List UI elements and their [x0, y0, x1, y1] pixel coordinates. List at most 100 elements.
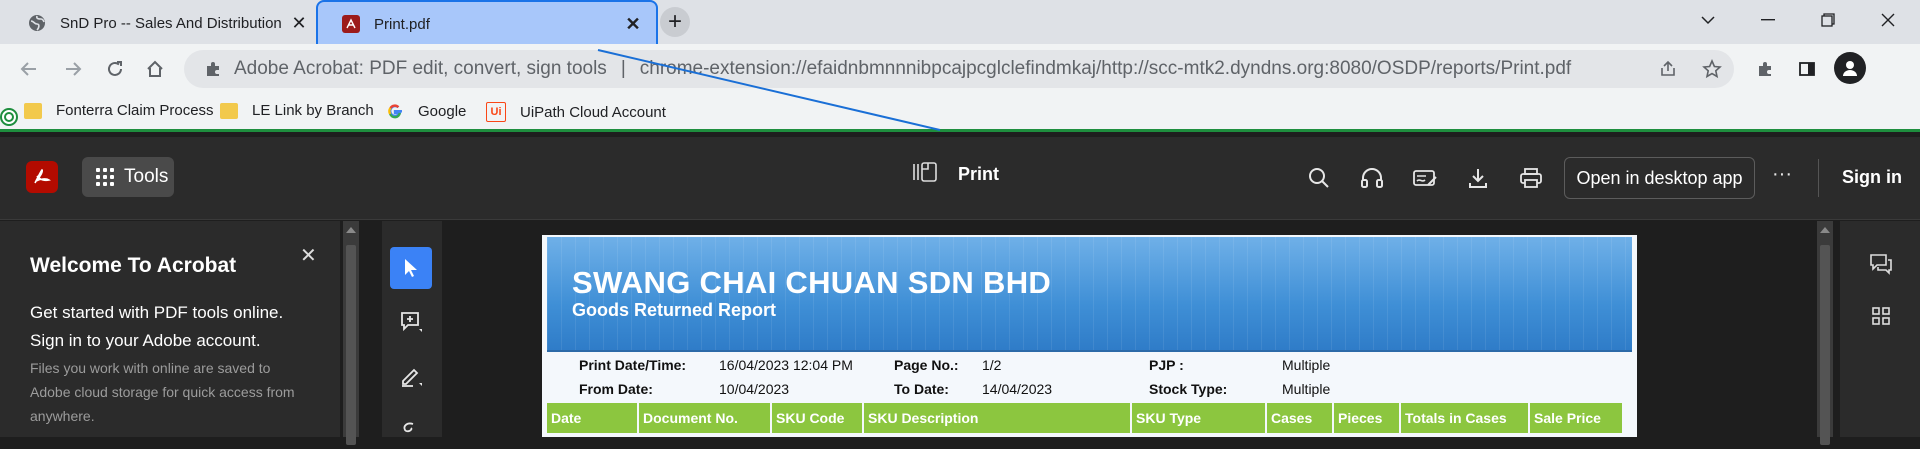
restore-button[interactable]	[1798, 0, 1858, 40]
acrobat-header: Tools Print Open in desktop app ··· Sign…	[0, 137, 1920, 220]
download-icon[interactable]	[1463, 163, 1493, 193]
tab-snd-pro[interactable]: SnD Pro -- Sales And Distribution ✕	[12, 2, 322, 44]
minimize-button[interactable]	[1738, 0, 1798, 40]
close-window-button[interactable]	[1858, 0, 1918, 40]
tab-title: Print.pdf	[374, 15, 430, 33]
read-aloud-headphones-icon[interactable]	[1357, 163, 1387, 193]
pjp-value: Multiple	[1282, 357, 1331, 373]
page-grid-icon[interactable]	[1868, 303, 1894, 329]
document-title: Print	[912, 161, 999, 188]
column-header: Sale Price	[1530, 403, 1624, 433]
print-date-value: 16/04/2023 12:04 PM	[719, 357, 853, 373]
welcome-panel: Welcome To Acrobat ✕ Get started with PD…	[0, 221, 340, 437]
left-scrollbar[interactable]	[343, 221, 359, 445]
acrobat-icon	[342, 15, 360, 33]
column-header: Document No.	[639, 403, 772, 433]
scroll-up-icon[interactable]	[1820, 227, 1830, 233]
highlight-pen-icon[interactable]	[390, 355, 432, 397]
page-no-label: Page No.:	[894, 357, 959, 373]
select-tool-cursor-icon[interactable]	[390, 247, 432, 289]
acrobat-logo-icon[interactable]	[26, 161, 58, 193]
open-in-desktop-button[interactable]: Open in desktop app	[1564, 157, 1755, 199]
address-bar[interactable]: Adobe Acrobat: PDF edit, convert, sign t…	[184, 50, 1734, 88]
welcome-text: Get started with PDF tools online. Sign …	[30, 303, 284, 350]
omnibox-separator: |	[620, 58, 626, 79]
browser-toolbar: Adobe Acrobat: PDF edit, convert, sign t…	[0, 44, 1920, 94]
bookmark-le-link[interactable]: LE Link by Branch	[220, 102, 374, 119]
page-no-value: 1/2	[982, 357, 1002, 373]
bookmark-fonterra[interactable]: Fonterra Claim Process	[24, 102, 214, 119]
search-icon[interactable]	[1304, 163, 1334, 193]
to-date-value: 14/04/2023	[982, 381, 1053, 397]
draw-freehand-icon[interactable]	[390, 407, 432, 449]
site-name: Adobe Acrobat: PDF edit, convert, sign t…	[234, 58, 607, 79]
forward-button[interactable]	[58, 54, 88, 84]
tab-title: SnD Pro -- Sales And Distribution	[60, 14, 282, 32]
scroll-thumb[interactable]	[346, 245, 356, 445]
print-date-label: Print Date/Time:	[579, 357, 687, 373]
tab-strip: SnD Pro -- Sales And Distribution ✕ Prin…	[0, 0, 1920, 48]
bookmark-label: UiPath Cloud Account	[520, 103, 666, 121]
globe-icon	[28, 14, 46, 32]
bookmarks-bar: Fonterra Claim Process LE Link by Branch…	[0, 94, 1920, 132]
extensions-icon[interactable]	[1750, 54, 1780, 84]
profile-avatar[interactable]	[1834, 52, 1866, 84]
welcome-title: Welcome To Acrobat	[30, 254, 237, 277]
side-panel-icon[interactable]	[1792, 54, 1822, 84]
from-date-label: From Date:	[579, 381, 653, 397]
column-header: SKU Description	[864, 403, 1132, 433]
stock-type-label: Stock Type:	[1149, 381, 1228, 397]
add-comment-icon[interactable]	[390, 301, 432, 343]
column-header: Totals in Cases	[1401, 403, 1530, 433]
column-header: Cases	[1267, 403, 1334, 433]
tab-print-pdf[interactable]: Print.pdf ✕	[316, 0, 658, 48]
reload-button[interactable]	[100, 54, 130, 84]
print-icon[interactable]	[1516, 163, 1546, 193]
comments-panel-icon[interactable]	[1868, 251, 1894, 277]
share-icon[interactable]	[1653, 54, 1683, 84]
column-header: SKU Code	[772, 403, 864, 433]
table-header: Date Document No. SKU Code SKU Descripti…	[547, 403, 1624, 433]
column-header: SKU Type	[1132, 403, 1267, 433]
to-date-label: To Date:	[894, 381, 949, 397]
bookmark-label: Fonterra Claim Process	[56, 102, 214, 119]
back-button[interactable]	[14, 54, 44, 84]
more-options-icon[interactable]: ···	[1772, 163, 1792, 186]
puzzle-icon	[204, 60, 222, 78]
report-banner: SWANG CHAI CHUAN SDN BHD Goods Returned …	[547, 237, 1632, 352]
uipath-icon: Ui	[486, 102, 506, 122]
divider	[1818, 159, 1819, 197]
stock-type-value: Multiple	[1282, 381, 1331, 397]
bookmark-label: Google	[418, 102, 467, 120]
quick-tools-bar	[382, 221, 442, 437]
home-button[interactable]	[140, 54, 170, 84]
pdf-page: SWANG CHAI CHUAN SDN BHD Goods Returned …	[542, 235, 1637, 437]
google-icon	[386, 102, 404, 120]
document-name: Print	[958, 164, 1000, 184]
bookmark-star-icon[interactable]	[1697, 54, 1727, 84]
scroll-thumb[interactable]	[1820, 245, 1830, 445]
page-thumbnails-icon[interactable]	[912, 161, 938, 188]
close-icon[interactable]: ✕	[300, 243, 317, 268]
bookmark-google[interactable]: Google	[386, 102, 466, 120]
close-icon[interactable]: ✕	[622, 13, 644, 35]
right-scrollbar[interactable]	[1817, 221, 1833, 445]
company-name: SWANG CHAI CHUAN SDN BHD	[572, 265, 1052, 300]
scroll-up-icon[interactable]	[346, 227, 356, 233]
report-title: Goods Returned Report	[572, 300, 777, 320]
from-date-value: 10/04/2023	[719, 381, 790, 397]
fill-sign-icon[interactable]	[1410, 163, 1440, 193]
new-tab-button[interactable]: +	[660, 7, 690, 37]
folder-icon	[24, 102, 42, 119]
tools-button[interactable]: Tools	[82, 157, 174, 197]
url-text: chrome-extension://efaidnbmnnnibpcajpcgl…	[639, 58, 1572, 79]
right-rail	[1840, 221, 1920, 437]
sign-in-button[interactable]: Sign in	[1842, 167, 1902, 188]
tools-label: Tools	[124, 166, 169, 187]
column-header: Pieces	[1334, 403, 1401, 433]
extension-indicator-icon	[0, 108, 18, 126]
bookmark-uipath[interactable]: Ui UiPath Cloud Account	[486, 102, 666, 122]
tab-search-icon[interactable]	[1678, 0, 1738, 40]
folder-icon	[220, 102, 238, 119]
close-icon[interactable]: ✕	[288, 12, 310, 34]
